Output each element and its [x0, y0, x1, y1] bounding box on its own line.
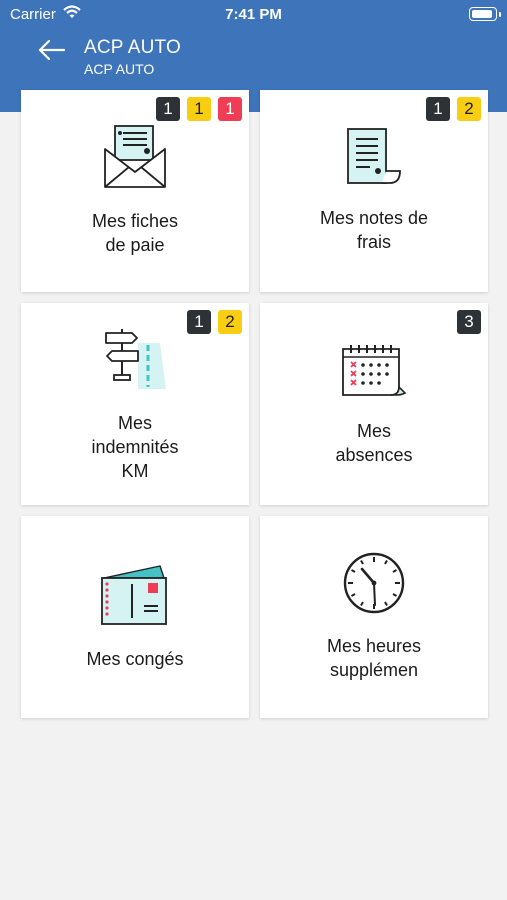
battery-icon	[469, 7, 501, 21]
notification-badges: 1 1 1	[156, 97, 242, 121]
calendar-icon	[342, 345, 407, 396]
tile-label: Mes fiches de paie	[91, 211, 179, 255]
tile-label: Mes notes de frais	[319, 208, 429, 252]
tile-expense-reports[interactable]: 1 2 Mes notes de frais	[260, 90, 488, 292]
count-badge: 2	[457, 97, 481, 121]
tile-label: Mes indemnités KM	[91, 413, 179, 481]
count-badge: 3	[457, 310, 481, 334]
clock-icon	[343, 552, 405, 614]
count-badge: 1	[218, 97, 242, 121]
notification-badges: 3	[457, 310, 481, 334]
tile-leave[interactable]: Mes congés	[21, 516, 249, 718]
tile-label: Mes congés	[86, 649, 184, 669]
count-badge: 1	[426, 97, 450, 121]
page-subtitle: ACP AUTO	[84, 61, 155, 77]
count-badge: 1	[156, 97, 180, 121]
tile-absences[interactable]: 3 Mes absences	[260, 303, 488, 505]
ticket-icon	[101, 565, 167, 625]
tile-label: Mes heures supplémen	[326, 636, 422, 680]
tile-label: Mes absences	[335, 421, 413, 465]
notification-badges: 1 2	[426, 97, 481, 121]
clock-time: 7:41 PM	[225, 6, 282, 23]
tile-mileage-allowances[interactable]: 1 2 Mes indemnités KM	[21, 303, 249, 505]
count-badge: 1	[187, 97, 211, 121]
tile-payslips[interactable]: 1 1 1 Mes fiches de paie	[21, 90, 249, 292]
status-bar: Carrier 7:41 PM	[0, 0, 507, 30]
payslip-envelope-icon	[104, 125, 166, 188]
receipt-icon	[347, 128, 401, 184]
signpost-road-icon	[105, 329, 166, 389]
back-arrow-icon[interactable]	[36, 36, 66, 64]
page-title: ACP AUTO	[84, 37, 181, 58]
tile-overtime[interactable]: Mes heures supplémen	[260, 516, 488, 718]
